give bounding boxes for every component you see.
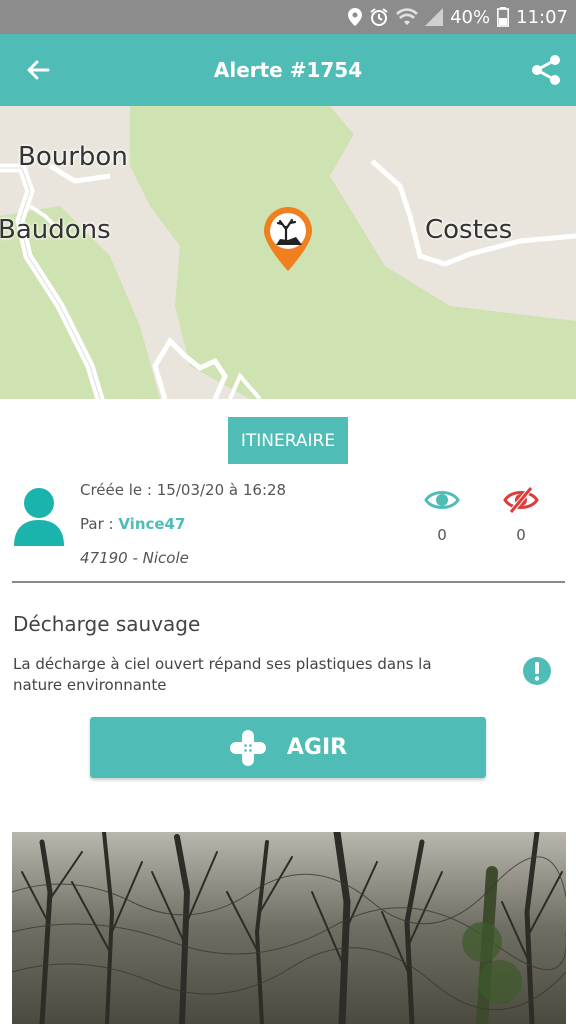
alert-type: Décharge sauvage — [13, 612, 201, 636]
status-bar: 40% 11:07 — [0, 0, 576, 34]
created-line: Créée le : 15/03/20 à 16:28 — [80, 481, 286, 499]
map-label-costes: Costes — [425, 215, 513, 245]
bandage-cross-icon — [229, 729, 266, 766]
author-link[interactable]: Vince47 — [118, 515, 185, 533]
location-text: 47190 - Nicole — [80, 549, 189, 567]
eye-icon — [424, 491, 460, 509]
share-icon[interactable] — [528, 52, 564, 88]
eye-off-icon — [503, 486, 539, 514]
wifi-icon — [396, 8, 419, 26]
map-label-bourbon: Bourbon — [18, 142, 128, 172]
seen-count: 0 — [437, 526, 447, 544]
agir-label: AGIR — [286, 735, 348, 760]
arrow-left-icon[interactable] — [22, 54, 54, 86]
by-label: Par : — [80, 515, 119, 533]
divider — [12, 581, 565, 583]
created-label: Créée le : — [80, 481, 157, 499]
map-view[interactable]: Bourbon Baudons Costes — [0, 106, 576, 399]
clock: 11:07 — [516, 6, 568, 28]
exclamation-icon[interactable] — [522, 656, 552, 686]
avatar — [14, 488, 64, 546]
seen-stat[interactable]: 0 — [417, 486, 467, 544]
map-label-baudons: Baudons — [0, 215, 111, 245]
alert-description: La décharge à ciel ouvert répand ses pla… — [13, 655, 432, 694]
battery-icon — [497, 7, 510, 27]
alert-photo[interactable] — [12, 832, 566, 1024]
dumpsite-marker-icon[interactable] — [262, 207, 314, 273]
hidden-stat[interactable]: 0 — [496, 486, 546, 544]
app-bar: Alerte #1754 — [0, 34, 576, 106]
itinerary-button[interactable]: ITINERAIRE — [228, 417, 348, 464]
page-title: Alerte #1754 — [213, 58, 363, 82]
agir-button[interactable]: AGIR — [90, 717, 486, 778]
created-value: 15/03/20 à 16:28 — [156, 481, 287, 499]
signal-icon — [425, 8, 444, 26]
author-line: Par : Vince47 — [80, 515, 185, 533]
battery-level: 40% — [450, 6, 491, 28]
alarm-icon — [369, 7, 389, 27]
forest-photo — [12, 832, 566, 1024]
location-icon — [348, 8, 363, 26]
hidden-count: 0 — [516, 526, 526, 544]
